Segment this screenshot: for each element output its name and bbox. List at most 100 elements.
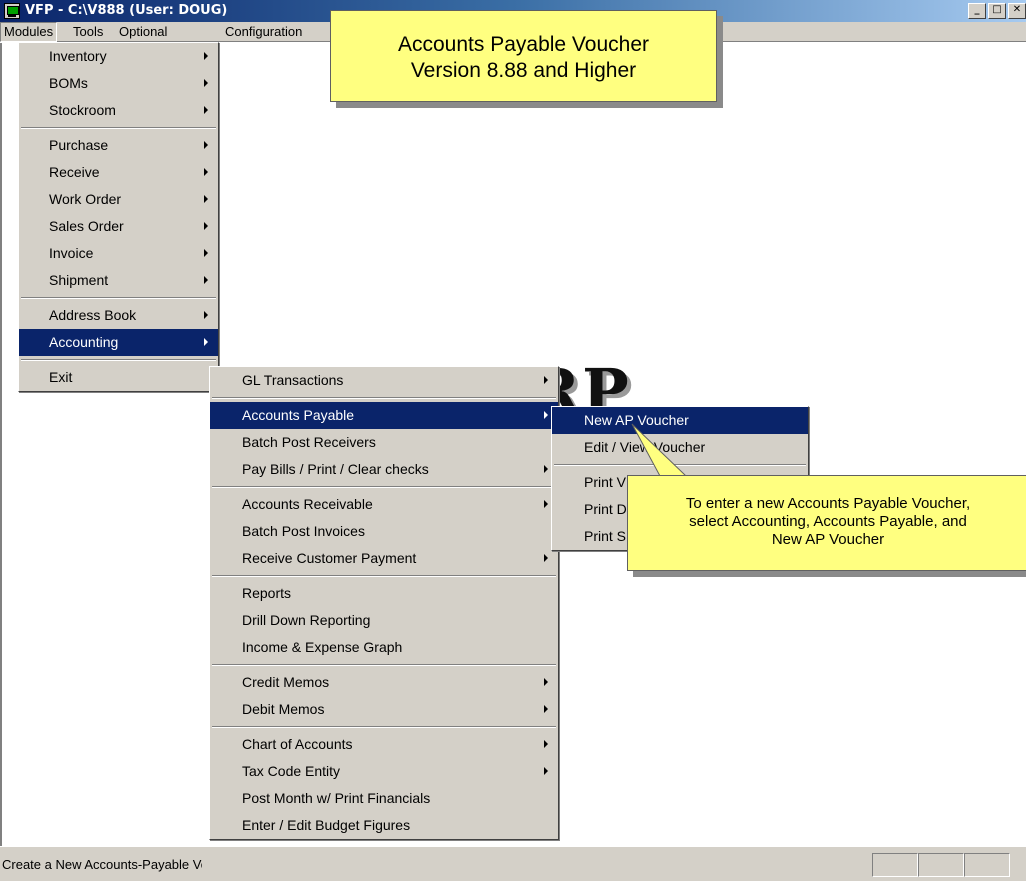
menu-item-receive-customer-payment[interactable]: Receive Customer Payment: [210, 545, 558, 572]
menu-separator: [210, 572, 558, 580]
submenu-arrow-icon: [544, 465, 548, 473]
menu-modules[interactable]: Modules: [0, 22, 58, 42]
menu-item-accounts-receivable[interactable]: Accounts Receivable: [210, 491, 558, 518]
menu-item-label: Address Book: [49, 307, 137, 323]
menu-item-drill-down-reporting[interactable]: Drill Down Reporting: [210, 607, 558, 634]
menu-separator: [19, 294, 218, 302]
submenu-arrow-icon: [544, 500, 548, 508]
menu-item-label: GL Transactions: [242, 372, 344, 388]
menu-item-label: Tax Code Entity: [242, 763, 341, 779]
menu-item-label: Accounts Receivable: [242, 496, 373, 512]
menu-item-chart-of-accounts[interactable]: Chart of Accounts: [210, 731, 558, 758]
menu-item-label: Reports: [242, 585, 292, 601]
submenu-arrow-icon: [544, 740, 548, 748]
close-button[interactable]: ✕: [1008, 3, 1026, 19]
accounting-submenu: GL Transactions Accounts Payable Batch P…: [209, 366, 559, 840]
modules-menu: Inventory BOMs Stockroom Purchase Receiv…: [18, 42, 219, 392]
menu-configuration[interactable]: Configuration: [222, 22, 305, 42]
menu-item-sales-order[interactable]: Sales Order: [19, 213, 218, 240]
menu-item-label: Stockroom: [49, 102, 116, 118]
menu-item-label: Batch Post Invoices: [242, 523, 365, 539]
menu-item-label: Exit: [49, 369, 73, 385]
menu-item-label: Accounts Payable: [242, 407, 355, 423]
menu-item-gl-transactions[interactable]: GL Transactions: [210, 367, 558, 394]
menu-item-invoice[interactable]: Invoice: [19, 240, 218, 267]
menu-item-shipment[interactable]: Shipment: [19, 267, 218, 294]
app-icon[interactable]: [4, 3, 20, 19]
submenu-arrow-icon: [204, 79, 208, 87]
submenu-arrow-icon: [544, 411, 548, 419]
tip-line: To enter a new Accounts Payable Voucher,: [685, 495, 971, 512]
menu-item-batch-post-receivers[interactable]: Batch Post Receivers: [210, 429, 558, 456]
submenu-arrow-icon: [204, 249, 208, 257]
menu-item-accounts-payable[interactable]: Accounts Payable: [210, 402, 558, 429]
submenu-arrow-icon: [544, 705, 548, 713]
menu-item-receive[interactable]: Receive: [19, 159, 218, 186]
status-panel: [872, 853, 918, 877]
status-panel: [918, 853, 964, 877]
menu-item-label: Inventory: [49, 48, 107, 64]
title-callout: Accounts Payable Voucher Version 8.88 an…: [330, 10, 717, 102]
menu-separator: [19, 356, 218, 364]
menu-item-post-month[interactable]: Post Month w/ Print Financials: [210, 785, 558, 812]
menu-item-work-order[interactable]: Work Order: [19, 186, 218, 213]
submenu-arrow-icon: [544, 678, 548, 686]
menu-item-credit-memos[interactable]: Credit Memos: [210, 669, 558, 696]
submenu-arrow-icon: [204, 141, 208, 149]
menu-item-batch-post-invoices[interactable]: Batch Post Invoices: [210, 518, 558, 545]
menu-item-purchase[interactable]: Purchase: [19, 132, 218, 159]
menu-separator: [210, 723, 558, 731]
menu-item-income-expense-graph[interactable]: Income & Expense Graph: [210, 634, 558, 661]
submenu-arrow-icon: [204, 52, 208, 60]
menu-item-label: Receive Customer Payment: [242, 550, 417, 566]
menu-item-accounting[interactable]: Accounting: [19, 329, 218, 356]
tip-callout: To enter a new Accounts Payable Voucher,…: [627, 475, 1026, 571]
status-panel: [964, 853, 1010, 877]
tip-line: select Accounting, Accounts Payable, and: [689, 513, 967, 530]
menu-separator: [210, 394, 558, 402]
menu-item-inventory[interactable]: Inventory: [19, 43, 218, 70]
menu-item-debit-memos[interactable]: Debit Memos: [210, 696, 558, 723]
window-controls: _ □ ✕: [968, 3, 1026, 19]
tip-line: New AP Voucher: [771, 531, 885, 548]
submenu-arrow-icon: [204, 195, 208, 203]
submenu-arrow-icon: [204, 276, 208, 284]
menu-separator: [210, 661, 558, 669]
submenu-arrow-icon: [204, 106, 208, 114]
menu-item-exit[interactable]: Exit: [19, 364, 218, 391]
menu-item-label: Work Order: [49, 191, 122, 207]
menu-separator: [210, 483, 558, 491]
menu-item-label: Print S: [584, 528, 627, 544]
menu-item-label: Receive: [49, 164, 100, 180]
submenu-arrow-icon: [204, 311, 208, 319]
menu-item-label: Chart of Accounts: [242, 736, 353, 752]
submenu-arrow-icon: [544, 376, 548, 384]
menu-item-label: Print V: [584, 474, 627, 490]
callout-pointer: [631, 423, 688, 477]
menu-item-label: Debit Memos: [242, 701, 325, 717]
submenu-arrow-icon: [204, 338, 208, 346]
menu-item-address-book[interactable]: Address Book: [19, 302, 218, 329]
menu-item-label: Credit Memos: [242, 674, 330, 690]
menu-item-boms[interactable]: BOMs: [19, 70, 218, 97]
menu-item-budget-figures[interactable]: Enter / Edit Budget Figures: [210, 812, 558, 839]
menu-separator: [19, 124, 218, 132]
menu-item-tax-code-entity[interactable]: Tax Code Entity: [210, 758, 558, 785]
menu-item-pay-bills[interactable]: Pay Bills / Print / Clear checks: [210, 456, 558, 483]
status-bar: Create a New Accounts-Payable Voucher: [0, 846, 1026, 881]
menu-item-reports[interactable]: Reports: [210, 580, 558, 607]
menu-item-label: Shipment: [49, 272, 109, 288]
menu-item-label: Print D: [584, 501, 627, 517]
submenu-arrow-icon: [544, 554, 548, 562]
submenu-arrow-icon: [204, 222, 208, 230]
status-text: Create a New Accounts-Payable Voucher: [2, 857, 202, 872]
menu-item-label: Enter / Edit Budget Figures: [242, 817, 411, 833]
menu-item-label: Post Month w/ Print Financials: [242, 790, 431, 806]
menu-item-stockroom[interactable]: Stockroom: [19, 97, 218, 124]
menu-tools[interactable]: Tools: [70, 22, 106, 42]
menu-optional[interactable]: Optional: [116, 22, 170, 42]
menu-item-label: Batch Post Receivers: [242, 434, 376, 450]
maximize-button[interactable]: □: [988, 3, 1006, 19]
minimize-button[interactable]: _: [968, 3, 986, 19]
callout-subtitle-line: Version 8.88 and Higher: [410, 59, 637, 82]
